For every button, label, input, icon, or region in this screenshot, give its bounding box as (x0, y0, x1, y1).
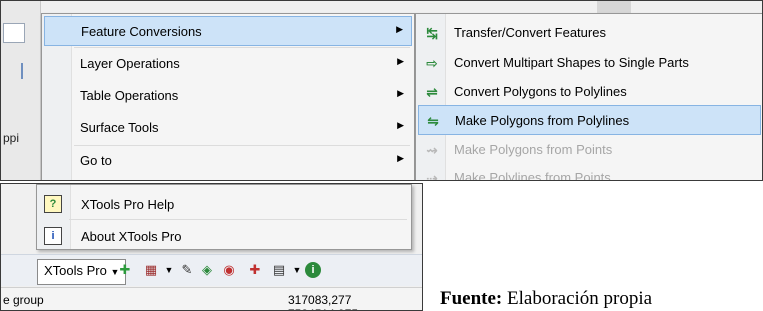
menu-item-label: Table Operations (80, 88, 179, 103)
submenu-arrow-icon: ▶ (397, 120, 404, 130)
figure-caption: Fuente: Elaboración propia (440, 288, 652, 310)
caption-text: Elaboración propia (502, 288, 653, 309)
xtools-pro-dropdown-button[interactable]: XTools Pro ▼ (37, 259, 127, 285)
menu-item-table-operations[interactable]: Table Operations ▶ (44, 81, 412, 111)
background-separator (21, 63, 23, 79)
menu-item-label: Layer Operations (80, 56, 180, 71)
menu-item-feature-conversions[interactable]: Feature Conversions ▶ (44, 16, 412, 46)
multipart-to-single-icon: ⇨ (426, 55, 438, 71)
help-icon: ? (44, 195, 62, 213)
menu-item-go-to[interactable]: Go to ▶ (44, 146, 412, 176)
table-grid-icon[interactable]: ▦ (143, 262, 159, 278)
menu-item-label: Make Polylines from Points (454, 170, 611, 181)
menu-item-transfer-convert-features[interactable]: ↹ Transfer/Convert Features (418, 18, 761, 48)
red-plus-icon[interactable]: ✚ (247, 262, 263, 278)
shapes-tool-icon[interactable]: ◈ (199, 262, 215, 278)
menu-item-xtools-pro-help[interactable]: ? XTools Pro Help (39, 189, 409, 219)
info-circle-icon[interactable]: i (305, 262, 321, 278)
menu-item-label: Transfer/Convert Features (454, 25, 606, 40)
top-screenshot: ppi Feature Conversions ▶ Layer Operatio… (0, 0, 763, 181)
polyline-to-polygon-icon: ⇋ (427, 113, 439, 129)
xtools-toolbar: XTools Pro ▼ ✚ ▦ ▼ ✎ ◈ ◉ ✚ ▤ ▼ i (1, 254, 422, 286)
menu-item-label: About XTools Pro (81, 229, 182, 244)
status-partial-text: e group (3, 293, 44, 307)
add-plus-icon[interactable]: ✚ (117, 262, 133, 278)
clipboard-icon[interactable]: ▤ (271, 262, 287, 278)
menu-item-label: Convert Polygons to Polylines (454, 84, 627, 99)
info-icon: i (44, 227, 62, 245)
submenu-arrow-icon: ▶ (397, 56, 404, 66)
status-bar: e group 317083,277 7534514,975 (1, 287, 422, 310)
background-partial-text: ppi (3, 131, 20, 145)
bottom-screenshot: ? XTools Pro Help i About XTools Pro XTo… (0, 183, 423, 311)
menu-item-label: XTools Pro Help (81, 197, 175, 212)
transfer-convert-icon: ↹ (426, 25, 438, 41)
menu-item-convert-polygons-to-polylines[interactable]: ⇌ Convert Polygons to Polylines (418, 77, 761, 107)
chevron-down-icon[interactable]: ▼ (161, 262, 177, 278)
menu-divider (74, 47, 410, 48)
submenu-arrow-icon: ▶ (396, 24, 403, 34)
menu-item-label: Go to (80, 153, 112, 168)
menu-item-surface-tools[interactable]: Surface Tools ▶ (44, 113, 412, 143)
menu-item-layer-operations[interactable]: Layer Operations ▶ (44, 49, 412, 79)
status-coordinates: 317083,277 7534514,975 (288, 293, 358, 310)
menu-item-about-xtools-pro[interactable]: i About XTools Pro (39, 221, 409, 251)
submenu-arrow-icon: ▶ (397, 88, 404, 98)
background-input-box[interactable] (3, 23, 25, 43)
caption-source-label: Fuente: (440, 288, 503, 309)
menu-item-label: Surface Tools (80, 120, 159, 135)
menu-item-label: Convert Multipart Shapes to Single Parts (454, 55, 689, 70)
xtools-main-menu: Feature Conversions ▶ Layer Operations ▶… (41, 13, 415, 180)
shapes-delete-icon[interactable]: ◉ (221, 262, 237, 278)
polygon-to-polyline-icon: ⇌ (426, 84, 438, 100)
menu-item-label: Feature Conversions (81, 24, 202, 39)
menu-item-make-polylines-from-points[interactable]: ⇢ Make Polylines from Points (418, 163, 761, 181)
submenu-arrow-icon: ▶ (397, 153, 404, 163)
chevron-down-icon[interactable]: ▼ (289, 262, 305, 278)
menu-item-make-polygons-from-polylines[interactable]: ⇋ Make Polygons from Polylines (418, 105, 761, 135)
menu-item-label: Make Polygons from Points (454, 142, 613, 157)
feature-conversions-submenu: ↹ Transfer/Convert Features ⇨ Convert Mu… (415, 13, 762, 181)
dropdown-label: XTools Pro (44, 263, 107, 278)
points-to-polygon-icon: ⇝ (426, 142, 438, 158)
pencil-icon[interactable]: ✎ (179, 262, 195, 278)
menu-divider (69, 219, 407, 220)
points-to-polyline-icon: ⇢ (426, 170, 438, 181)
menu-item-convert-multipart[interactable]: ⇨ Convert Multipart Shapes to Single Par… (418, 48, 761, 78)
menu-item-make-polygons-from-points[interactable]: ⇝ Make Polygons from Points (418, 135, 761, 165)
xtools-pro-dropdown-menu: ? XTools Pro Help i About XTools Pro (36, 184, 412, 250)
menu-item-label: Make Polygons from Polylines (455, 113, 630, 128)
